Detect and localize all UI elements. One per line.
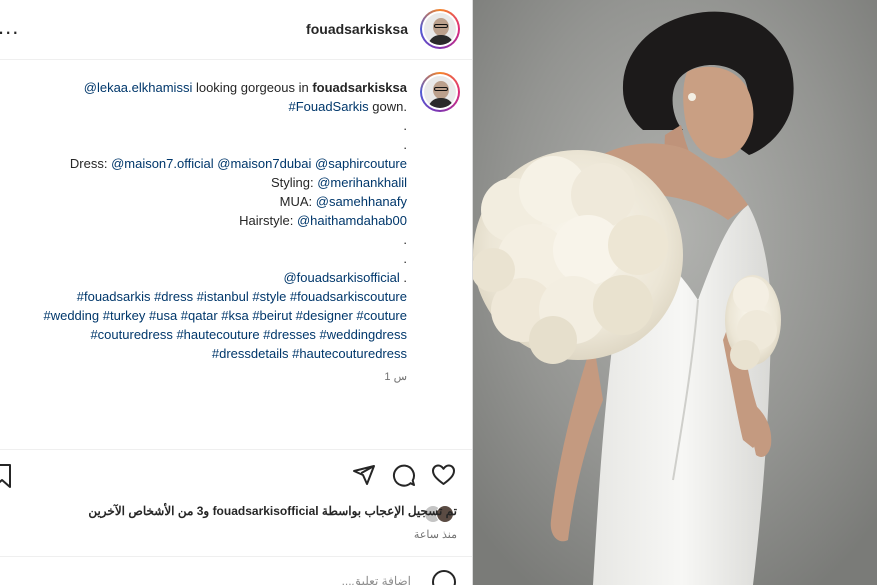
hashtag-line[interactable]: #couturedress #hautecouture #dresses #we… [90,327,407,342]
mention-link[interactable]: @fouadsarkisofficial [283,270,399,285]
divider [0,449,472,450]
mention-link[interactable]: @haithamdahab00 [297,213,407,228]
post-time: منذ ساعة [413,529,457,541]
caption-timestamp[interactable]: 1 س [384,370,407,383]
mention-link[interactable]: @lekaa.elkhamissi [84,80,193,95]
emoji-icon[interactable] [432,570,456,585]
hairstyle-label: Hairstyle: [239,213,297,228]
model-photo [473,0,877,585]
comment-icon[interactable] [392,463,416,487]
divider [0,556,472,557]
avatar[interactable] [420,9,460,49]
brand-username[interactable]: fouadsarkisksa [312,80,407,95]
hashtag-line[interactable]: #dressdetails #hautecouturedress [212,346,407,361]
share-icon[interactable] [352,463,376,487]
dress-label: Dress: [69,156,112,171]
styling-label: Styling: [270,175,318,190]
post-header: ... fouadsarkisksa [0,0,472,60]
hashtag-line[interactable]: #wedding #turkey #usa #qatar #ksa #beiru… [43,308,407,323]
post-image[interactable] [473,0,877,585]
hashtag-line[interactable]: #fouadsarkis #dress #istanbul #style #fo… [77,289,407,304]
bookmark-icon[interactable] [0,463,12,489]
caption-dot: . [403,137,407,152]
header-username[interactable]: fouadsarkisksa [306,21,408,37]
mention-link[interactable]: @maison7.official [111,156,214,171]
hashtag-link[interactable]: #FouadSarkis [288,99,368,114]
mention-link[interactable]: @samehhanafy [316,194,407,209]
more-options-icon[interactable]: ... [0,14,19,40]
caption-avatar[interactable] [420,72,460,112]
caption-dot: . [403,270,407,285]
mention-link[interactable]: @maison7dubai [217,156,311,171]
caption-text: looking gorgeous in [192,80,313,95]
caption-text: gown. [368,99,407,114]
caption-dot: . [403,251,407,266]
mention-link[interactable]: @saphircouture [315,156,407,171]
post-caption: @lekaa.elkhamissi looking gorgeous in fo… [7,78,407,363]
post-panel: ... fouadsarkisksa @lekaa.elkhamissi loo… [0,0,473,585]
mention-link[interactable]: @merihankhalil [317,175,407,190]
caption-dot: . [403,232,407,247]
comment-input[interactable]: إضافة تعليق... [342,574,411,585]
mua-label: MUA: [279,194,316,209]
likes-summary[interactable]: تم تسجيل الإعجاب بواسطة fouadsarkisoffic… [88,504,457,518]
caption-dot: . [403,118,407,133]
heart-icon[interactable] [431,463,456,487]
